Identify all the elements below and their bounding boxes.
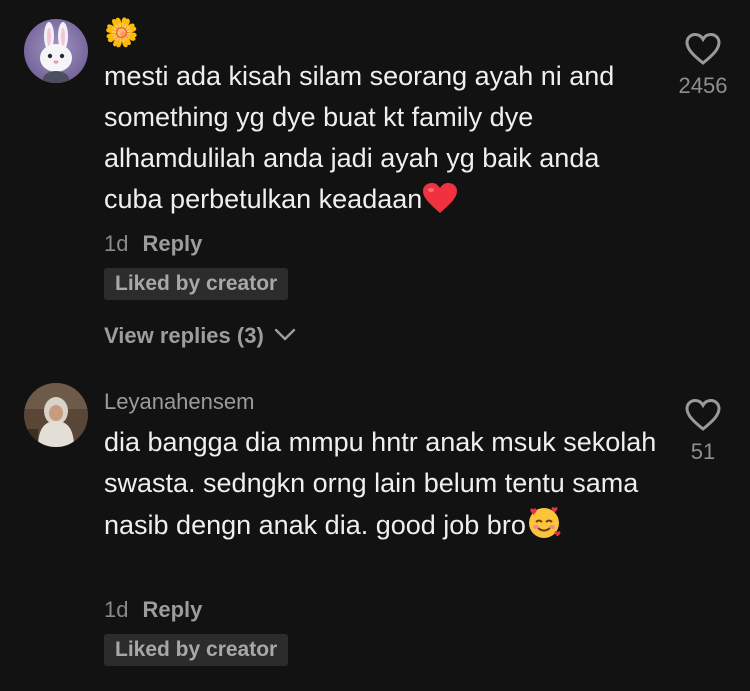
comment-meta: 1d Reply (104, 231, 202, 257)
like-count: 2456 (678, 73, 728, 98)
liked-by-creator-badge: Liked by creator (104, 634, 289, 666)
smiling-face-with-hearts-emoji (526, 504, 562, 552)
avatar[interactable] (24, 383, 88, 447)
comment-text-content: dia bangga dia mmpu hntr anak msuk sekol… (104, 427, 657, 540)
username[interactable]: Leyanahensem (104, 389, 254, 415)
reply-button[interactable]: Reply (142, 231, 202, 256)
timestamp: 1d (104, 597, 129, 622)
like-count: 51 (690, 439, 716, 464)
username[interactable]: 🌼 (104, 16, 139, 49)
view-replies-label: View replies (3) (104, 323, 264, 348)
comment-text: mesti ada kisah silam seorang ayah ni an… (104, 56, 664, 226)
flower-emoji: 🌼 (104, 17, 139, 48)
chevron-down-icon (274, 328, 296, 341)
bunny-avatar-image (24, 19, 88, 83)
view-replies-button[interactable]: View replies (3) (104, 323, 296, 349)
like-button[interactable]: 2456 (665, 32, 741, 99)
timestamp: 1d (104, 231, 129, 256)
comment-meta: 1d Reply (104, 597, 202, 623)
reply-button[interactable]: Reply (142, 597, 202, 622)
heart-emoji (422, 182, 458, 226)
avatar[interactable] (24, 19, 88, 83)
heart-outline-icon (685, 398, 721, 431)
comment-text: dia bangga dia mmpu hntr anak msuk sekol… (104, 422, 664, 552)
user-photo-avatar (24, 383, 88, 447)
comment-text-content: mesti ada kisah silam seorang ayah ni an… (104, 61, 615, 214)
heart-outline-icon (685, 32, 721, 65)
like-button[interactable]: 51 (665, 398, 741, 465)
liked-by-creator-badge: Liked by creator (104, 268, 289, 300)
